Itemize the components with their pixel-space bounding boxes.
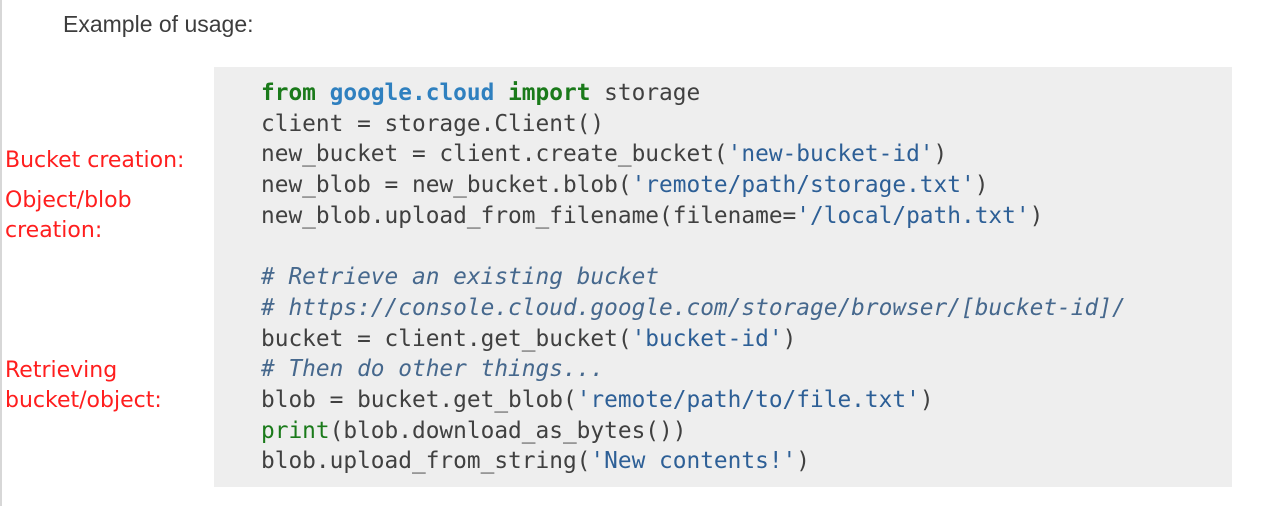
code-text: bucket = client.get_bucket( [261, 325, 632, 352]
code-text: new_blob = new_bucket.blob( [261, 172, 632, 199]
code-comment-url: # https://console.cloud.google.com/stora… [261, 294, 1126, 321]
code-text: ) [1029, 202, 1044, 229]
code-line-client: client = storage.Client() [261, 110, 605, 137]
code-text: ) [782, 325, 797, 352]
code-comment-retrieve: # Retrieve an existing bucket [261, 264, 660, 291]
code-line-get-bucket: bucket = client.get_bucket('bucket-id') [261, 324, 1126, 355]
code-line-create-bucket: new_bucket = client.create_bucket('new-b… [261, 139, 1126, 170]
code-text: ) [933, 141, 948, 168]
keyword-import: import [508, 80, 591, 106]
code-text: ) [796, 448, 811, 475]
code-text: new_blob.upload_from_filename(filename= [261, 202, 797, 229]
code-example-block: from google.cloud import storage client =… [214, 67, 1232, 487]
string-literal: 'New contents!' [590, 448, 797, 475]
code-line-print: print(blob.download_as_bytes()) [261, 416, 1126, 447]
code-line-import: from google.cloud import storage [261, 78, 1126, 109]
code-text: blob.upload_from_string( [261, 448, 591, 475]
object-creation-annotation: Object/blob creation: [5, 188, 132, 243]
code-line-create-blob: new_blob = new_bucket.blob('remote/path/… [261, 170, 1126, 201]
string-literal: 'remote/path/storage.txt' [631, 172, 975, 199]
usage-intro-text: Example of usage: [63, 11, 254, 37]
builtin-print: print [261, 417, 330, 444]
string-literal: 'remote/path/to/file.txt' [576, 386, 920, 413]
code-text: ) [919, 386, 934, 413]
string-literal: 'new-bucket-id' [727, 141, 934, 168]
string-literal: 'bucket-id' [631, 325, 783, 352]
python-code: from google.cloud import storage client =… [261, 78, 1126, 477]
string-literal: '/local/path.txt' [796, 202, 1030, 229]
module-name: google.cloud [329, 80, 495, 106]
code-line-get-blob: blob = bucket.get_blob('remote/path/to/f… [261, 385, 1126, 416]
bucket-creation-annotation: Bucket creation: [5, 148, 185, 173]
code-comment-other-things: # Then do other things... [261, 356, 605, 383]
import-target: storage [590, 80, 701, 106]
code-text: new_bucket = client.create_bucket( [261, 141, 728, 168]
code-text: (blob.download_as_bytes()) [329, 417, 687, 444]
code-text: blob = bucket.get_blob( [261, 386, 577, 413]
documentation-page: Example of usage: Bucket creation: Objec… [0, 0, 1261, 506]
retrieving-annotation: Retrieving bucket/object: [5, 358, 162, 413]
code-line-upload-file: new_blob.upload_from_filename(filename='… [261, 201, 1126, 232]
code-line-upload-string: blob.upload_from_string('New contents!') [261, 446, 1126, 477]
keyword-from: from [261, 80, 316, 106]
code-text: ) [974, 172, 989, 199]
